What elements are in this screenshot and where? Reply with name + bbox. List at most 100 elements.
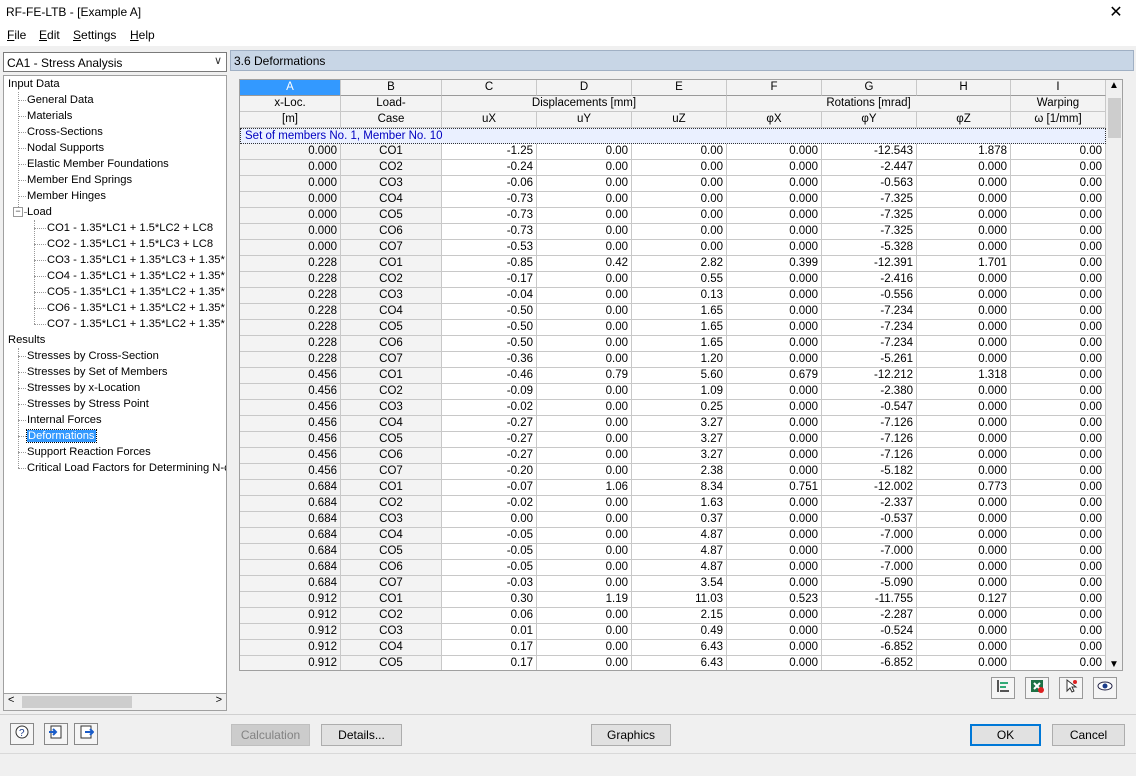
table-cell[interactable]: -7.126 xyxy=(822,432,917,448)
table-cell[interactable]: 4.87 xyxy=(632,560,727,576)
column-header-letter[interactable]: B xyxy=(341,80,442,96)
help-icon[interactable]: ? xyxy=(10,723,34,745)
case-select[interactable]: CA1 - Stress Analysis ∨ xyxy=(3,52,227,72)
tree-item-6[interactable]: Member Hinges xyxy=(27,188,106,204)
table-cell[interactable]: 11.03 xyxy=(632,592,727,608)
table-cell[interactable]: -7.126 xyxy=(822,416,917,432)
table-cell[interactable]: 0.25 xyxy=(632,400,727,416)
table-cell[interactable]: -0.46 xyxy=(442,368,537,384)
table-cell[interactable]: -0.556 xyxy=(822,288,917,304)
table-cell[interactable]: 0.00 xyxy=(1011,208,1106,224)
table-cell[interactable]: 0.00 xyxy=(537,464,632,480)
table-cell[interactable]: CO2 xyxy=(341,272,442,288)
table-cell[interactable]: 0.00 xyxy=(537,528,632,544)
table-row-x-loc[interactable]: 0.228 xyxy=(240,272,341,288)
table-row-x-loc[interactable]: 0.000 xyxy=(240,160,341,176)
table-cell[interactable]: 0.00 xyxy=(632,208,727,224)
table-cell[interactable]: 0.06 xyxy=(442,608,537,624)
table-cell[interactable]: CO4 xyxy=(341,640,442,656)
table-cell[interactable]: 0.00 xyxy=(1011,544,1106,560)
table-cell[interactable]: -0.27 xyxy=(442,432,537,448)
table-cell[interactable]: 0.000 xyxy=(727,288,822,304)
table-cell[interactable]: 0.000 xyxy=(917,224,1011,240)
tree-item-1[interactable]: Materials xyxy=(27,108,72,124)
graphics-button[interactable]: Graphics xyxy=(591,724,671,746)
table-cell[interactable]: -0.20 xyxy=(442,464,537,480)
table-cell[interactable]: -7.325 xyxy=(822,192,917,208)
table-cell[interactable]: -0.03 xyxy=(442,576,537,592)
column-header-letter[interactable]: A xyxy=(240,80,341,96)
table-cell[interactable]: 0.00 xyxy=(1011,528,1106,544)
table-cell[interactable]: -7.000 xyxy=(822,544,917,560)
table-cell[interactable]: -0.02 xyxy=(442,400,537,416)
table-cell[interactable]: CO1 xyxy=(341,592,442,608)
tree-result-7[interactable]: Critical Load Factors for Determining N-… xyxy=(27,460,226,476)
table-cell[interactable]: 1.20 xyxy=(632,352,727,368)
table-cell[interactable]: 0.00 xyxy=(1011,576,1106,592)
table-cell[interactable]: 0.00 xyxy=(537,176,632,192)
table-cell[interactable]: 0.000 xyxy=(917,464,1011,480)
table-cell[interactable]: 0.000 xyxy=(917,656,1011,670)
column-header-letter[interactable]: G xyxy=(822,80,917,96)
tree-result-3[interactable]: Stresses by Stress Point xyxy=(27,396,149,412)
tree-item-0[interactable]: General Data xyxy=(27,92,94,108)
table-cell[interactable]: 0.000 xyxy=(917,336,1011,352)
table-cell[interactable]: 0.773 xyxy=(917,480,1011,496)
table-row-x-loc[interactable]: 0.000 xyxy=(240,176,341,192)
table-cell[interactable]: 0.00 xyxy=(1011,320,1106,336)
table-cell[interactable]: -5.182 xyxy=(822,464,917,480)
table-cell[interactable]: -0.02 xyxy=(442,496,537,512)
table-cell[interactable]: CO7 xyxy=(341,240,442,256)
table-cell[interactable]: -6.852 xyxy=(822,640,917,656)
table-cell[interactable]: -2.287 xyxy=(822,608,917,624)
table-cell[interactable]: 0.00 xyxy=(1011,144,1106,160)
menu-help[interactable]: Help xyxy=(130,28,155,42)
table-cell[interactable]: CO2 xyxy=(341,496,442,512)
table-cell[interactable]: 0.17 xyxy=(442,656,537,670)
collapse-icon[interactable]: − xyxy=(13,207,23,217)
table-vertical-scrollbar[interactable]: ▲ ▼ xyxy=(1106,80,1122,670)
tree-item-5[interactable]: Member End Springs xyxy=(27,172,132,188)
table-cell[interactable]: 0.00 xyxy=(537,272,632,288)
table-cell[interactable]: -0.05 xyxy=(442,560,537,576)
table-cell[interactable]: 0.000 xyxy=(917,608,1011,624)
table-cell[interactable]: 0.000 xyxy=(917,320,1011,336)
table-row-x-loc[interactable]: 0.228 xyxy=(240,352,341,368)
table-cell[interactable]: 0.00 xyxy=(1011,400,1106,416)
table-cell[interactable]: 0.127 xyxy=(917,592,1011,608)
table-row-x-loc[interactable]: 0.456 xyxy=(240,464,341,480)
table-cell[interactable]: 0.00 xyxy=(1011,240,1106,256)
table-cell[interactable]: CO4 xyxy=(341,192,442,208)
table-cell[interactable]: 0.000 xyxy=(917,560,1011,576)
table-cell[interactable]: 1.19 xyxy=(537,592,632,608)
table-row-x-loc[interactable]: 0.912 xyxy=(240,640,341,656)
tree-load-combination-4[interactable]: CO4 - 1.35*LC1 + 1.35*LC2 + 1.35* xyxy=(47,268,225,284)
table-cell[interactable]: -0.24 xyxy=(442,160,537,176)
table-cell[interactable]: 0.000 xyxy=(727,512,822,528)
scroll-right-icon[interactable]: > xyxy=(216,694,222,706)
table-row-x-loc[interactable]: 0.228 xyxy=(240,304,341,320)
table-cell[interactable]: 0.00 xyxy=(1011,304,1106,320)
table-cell[interactable]: 0.000 xyxy=(917,448,1011,464)
table-cell[interactable]: 0.00 xyxy=(537,560,632,576)
table-row-x-loc[interactable]: 0.912 xyxy=(240,624,341,640)
table-cell[interactable]: CO6 xyxy=(341,560,442,576)
tree-horizontal-scrollbar[interactable]: < > xyxy=(3,694,227,711)
table-cell[interactable]: 0.00 xyxy=(1011,448,1106,464)
table-row-x-loc[interactable]: 0.456 xyxy=(240,448,341,464)
table-cell[interactable]: -5.090 xyxy=(822,576,917,592)
table-cell[interactable]: 0.00 xyxy=(632,240,727,256)
table-cell[interactable]: 0.000 xyxy=(727,320,822,336)
table-cell[interactable]: -0.73 xyxy=(442,208,537,224)
table-cell[interactable]: -2.447 xyxy=(822,160,917,176)
excel-export-icon[interactable] xyxy=(1025,677,1049,699)
table-cell[interactable]: CO1 xyxy=(341,144,442,160)
table-cell[interactable]: 0.000 xyxy=(727,432,822,448)
table-cell[interactable]: CO5 xyxy=(341,320,442,336)
table-cell[interactable]: -7.325 xyxy=(822,224,917,240)
table-cell[interactable]: 0.000 xyxy=(727,624,822,640)
table-cell[interactable]: -0.50 xyxy=(442,320,537,336)
table-row-x-loc[interactable]: 0.228 xyxy=(240,336,341,352)
table-cell[interactable]: 0.399 xyxy=(727,256,822,272)
table-cell[interactable]: CO5 xyxy=(341,432,442,448)
